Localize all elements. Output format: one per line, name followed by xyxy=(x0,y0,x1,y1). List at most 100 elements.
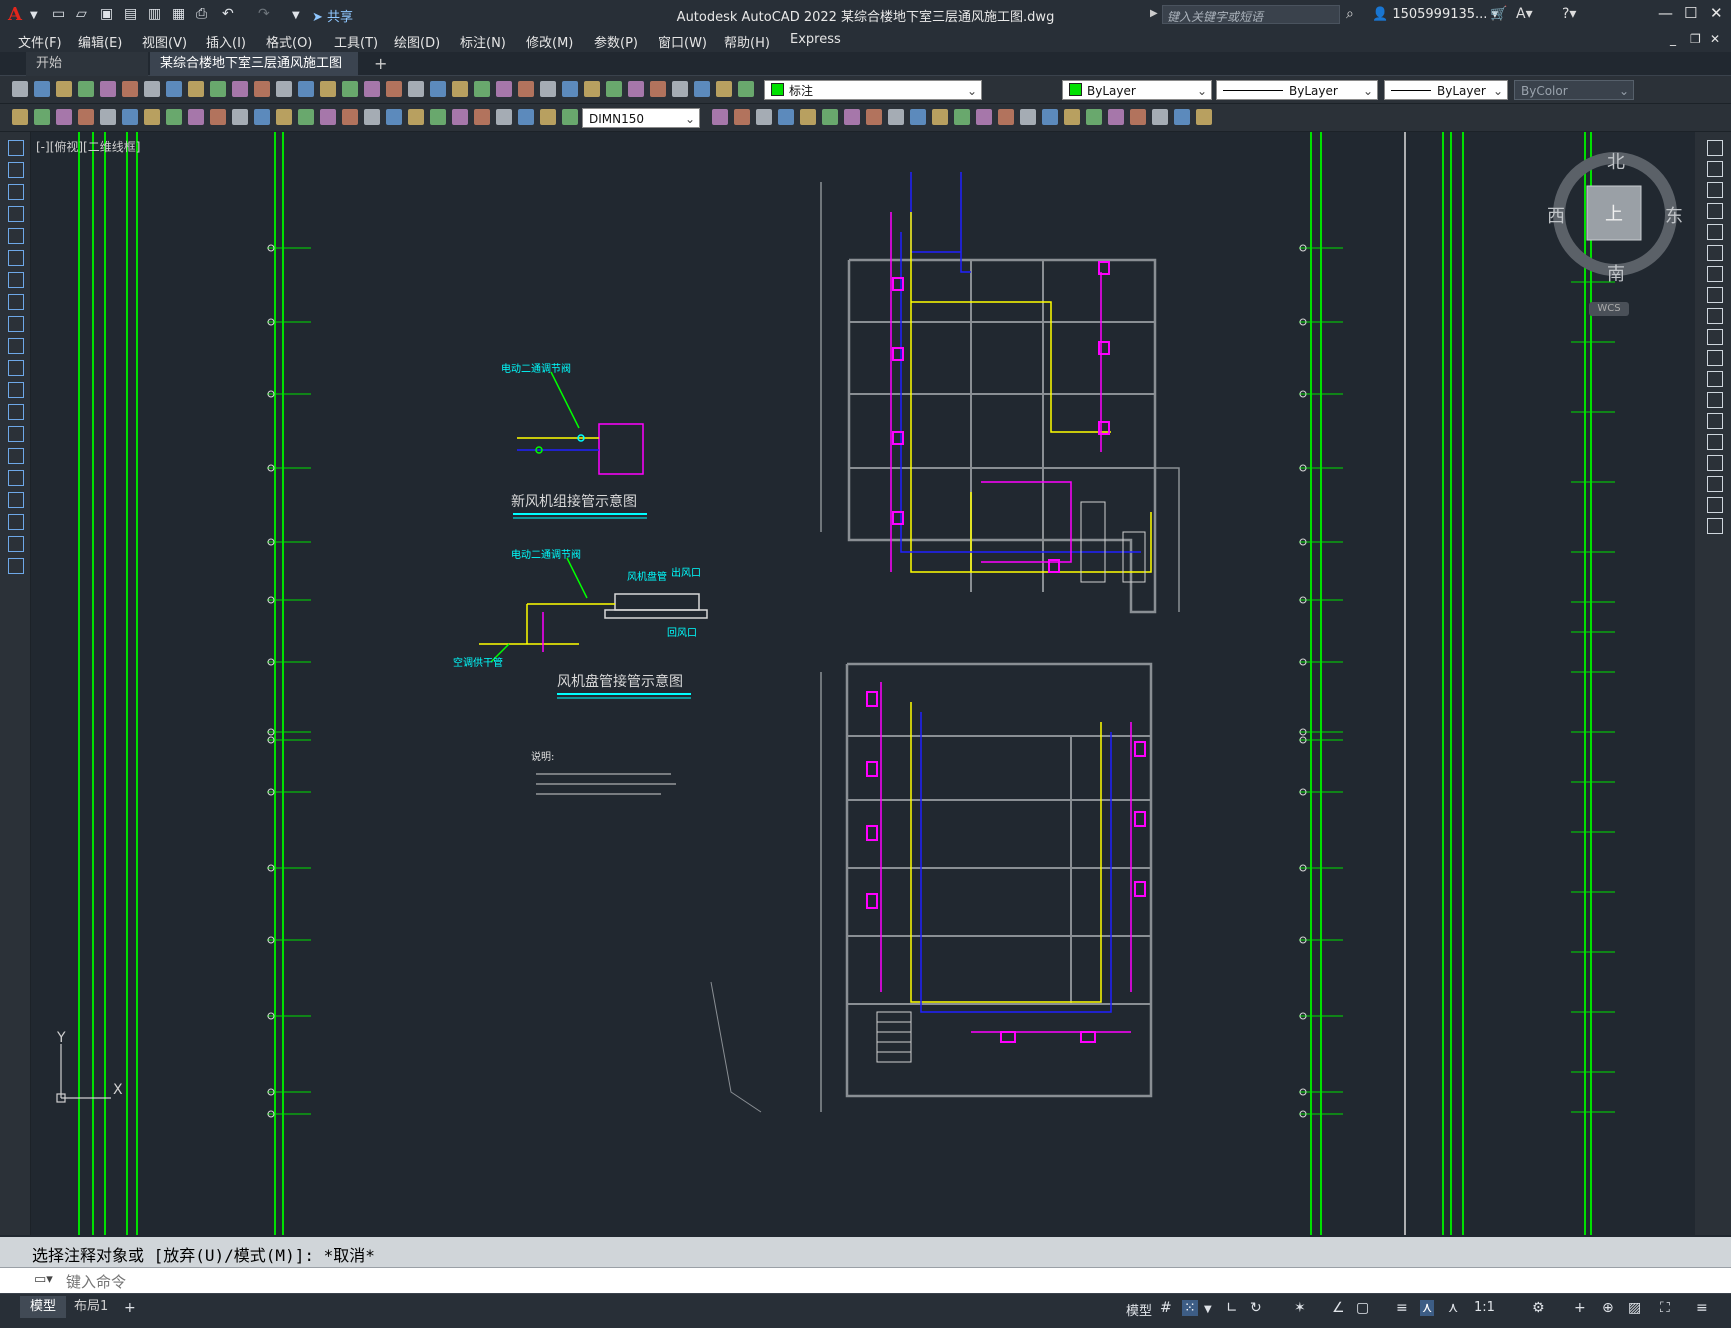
hardware-accel-icon[interactable]: ⊕ xyxy=(1602,1300,1614,1316)
dimension-tool-icon[interactable] xyxy=(518,109,534,125)
toolbar-tool-icon[interactable] xyxy=(518,81,534,97)
gear-icon[interactable]: ⚙ xyxy=(1532,1300,1545,1316)
modify-tool-icon[interactable] xyxy=(1707,518,1723,534)
modify-tool-icon[interactable] xyxy=(1707,203,1723,219)
draw-tool-icon[interactable] xyxy=(8,162,24,178)
drawing-viewport[interactable]: 电动二通调节阀 新风机组接管示意图 电动二通调节阀 风机盘管 出风口 回风口 空… xyxy=(31,132,1695,1235)
toolbar-tool-icon[interactable] xyxy=(540,81,556,97)
dimension-tool-icon[interactable] xyxy=(122,109,138,125)
tab-layout1[interactable]: 布局1 xyxy=(64,1296,118,1318)
dimension-tool-icon[interactable] xyxy=(910,109,926,125)
share-button[interactable]: ➤ 共享 xyxy=(312,6,353,25)
dimension-tool-icon[interactable] xyxy=(386,109,402,125)
save-icon[interactable]: ▣ xyxy=(100,6,113,22)
lineweight-icon[interactable]: ≡ xyxy=(1396,1300,1408,1316)
tab-drawing[interactable]: 某综合楼地下室三层通风施工图* ✕ xyxy=(150,52,358,95)
export-icon[interactable]: ▦ xyxy=(172,6,185,22)
doc-close-button[interactable]: ✕ xyxy=(1710,32,1720,46)
viewcube-top-face[interactable]: 上 xyxy=(1605,200,1623,226)
redo-icon[interactable]: ↷ xyxy=(258,6,270,22)
modify-tool-icon[interactable] xyxy=(1707,266,1723,282)
menu-tools[interactable]: 工具(T) xyxy=(334,32,378,51)
modify-tool-icon[interactable] xyxy=(1707,182,1723,198)
tab-start[interactable]: 开始 xyxy=(26,52,148,76)
undo-icon[interactable]: ↶ xyxy=(222,6,234,22)
toolbar-tool-icon[interactable] xyxy=(386,81,402,97)
menu-dimension[interactable]: 标注(N) xyxy=(460,32,506,51)
dimension-tool-icon[interactable] xyxy=(866,109,882,125)
dimension-tool-icon[interactable] xyxy=(562,109,578,125)
menu-window[interactable]: 窗口(W) xyxy=(658,32,707,51)
grid-icon[interactable]: # xyxy=(1160,1300,1172,1316)
toolbar-tool-icon[interactable] xyxy=(364,81,380,97)
dimension-tool-icon[interactable] xyxy=(342,109,358,125)
snap-icon[interactable]: ⁙ xyxy=(1182,1300,1198,1316)
draw-tool-icon[interactable] xyxy=(8,228,24,244)
search-input[interactable]: 键入关键字或短语 xyxy=(1162,5,1340,24)
expand-search-icon[interactable]: ▶ xyxy=(1150,8,1158,19)
osnap-tracking-icon[interactable]: ∠ xyxy=(1332,1300,1345,1316)
dimension-tool-icon[interactable] xyxy=(188,109,204,125)
toolbar-tool-icon[interactable] xyxy=(122,81,138,97)
doc-minimize-button[interactable]: _ xyxy=(1670,32,1676,46)
toolbar-tool-icon[interactable] xyxy=(584,81,600,97)
draw-tool-icon[interactable] xyxy=(8,558,24,574)
doc-restore-button[interactable]: ❐ xyxy=(1690,32,1701,46)
dimension-tool-icon[interactable] xyxy=(1174,109,1190,125)
dimension-tool-icon[interactable] xyxy=(100,109,116,125)
modify-tool-icon[interactable] xyxy=(1707,308,1723,324)
toolbar-tool-icon[interactable] xyxy=(716,81,732,97)
draw-tool-icon[interactable] xyxy=(8,536,24,552)
command-input[interactable] xyxy=(64,1271,1708,1293)
dimension-tool-icon[interactable] xyxy=(1042,109,1058,125)
fullscreen-icon[interactable]: ⛶ xyxy=(1660,1300,1670,1316)
menu-edit[interactable]: 编辑(E) xyxy=(78,32,122,51)
toolbar-tool-icon[interactable] xyxy=(320,81,336,97)
plus-icon[interactable]: + xyxy=(1574,1300,1586,1316)
dimension-tool-icon[interactable] xyxy=(364,109,380,125)
toolbar-tool-icon[interactable] xyxy=(232,81,248,97)
dimension-tool-icon[interactable] xyxy=(932,109,948,125)
dimension-tool-icon[interactable] xyxy=(976,109,992,125)
dimension-tool-icon[interactable] xyxy=(756,109,772,125)
draw-tool-icon[interactable] xyxy=(8,272,24,288)
draw-tool-icon[interactable] xyxy=(8,294,24,310)
cart-icon[interactable]: 🛒 xyxy=(1490,6,1507,22)
dimension-tool-icon[interactable] xyxy=(408,109,424,125)
toolbar-tool-icon[interactable] xyxy=(12,81,28,97)
toolbar-tool-icon[interactable] xyxy=(166,81,182,97)
plot-icon[interactable]: ▥ xyxy=(148,6,161,22)
dimension-tool-icon[interactable] xyxy=(474,109,490,125)
menu-insert[interactable]: 插入(I) xyxy=(206,32,246,51)
dimension-tool-icon[interactable] xyxy=(540,109,556,125)
autodesk-app-icon[interactable]: A▾ xyxy=(1516,6,1533,22)
dimension-tool-icon[interactable] xyxy=(452,109,468,125)
dimension-tool-icon[interactable] xyxy=(954,109,970,125)
menu-help[interactable]: 帮助(H) xyxy=(724,32,770,51)
modify-tool-icon[interactable] xyxy=(1707,497,1723,513)
toolbar-tool-icon[interactable] xyxy=(210,81,226,97)
dimension-tool-icon[interactable] xyxy=(822,109,838,125)
toolbar-tool-icon[interactable] xyxy=(188,81,204,97)
dimension-tool-icon[interactable] xyxy=(844,109,860,125)
dimension-tool-icon[interactable] xyxy=(1196,109,1212,125)
polar-icon[interactable]: ↻ xyxy=(1250,1300,1262,1316)
modify-tool-icon[interactable] xyxy=(1707,329,1723,345)
toolbar-tool-icon[interactable] xyxy=(298,81,314,97)
command-recent-icon[interactable]: ▭▾ xyxy=(34,1272,53,1287)
toolbar-tool-icon[interactable] xyxy=(562,81,578,97)
dimension-tool-icon[interactable] xyxy=(12,109,28,125)
modify-tool-icon[interactable] xyxy=(1707,287,1723,303)
menu-view[interactable]: 视图(V) xyxy=(142,32,187,51)
help-icon[interactable]: ?▾ xyxy=(1562,6,1576,22)
color-dropdown[interactable]: ByLayer ⌄ xyxy=(1062,80,1212,100)
toolbar-tool-icon[interactable] xyxy=(430,81,446,97)
dimension-tool-icon[interactable] xyxy=(144,109,160,125)
menu-parametric[interactable]: 参数(P) xyxy=(594,32,638,51)
dimension-tool-icon[interactable] xyxy=(888,109,904,125)
dimension-tool-icon[interactable] xyxy=(800,109,816,125)
annotation-scale[interactable]: 1:1 xyxy=(1474,1300,1495,1315)
dimension-tool-icon[interactable] xyxy=(1020,109,1036,125)
dimension-tool-icon[interactable] xyxy=(734,109,750,125)
toolbar-tool-icon[interactable] xyxy=(474,81,490,97)
